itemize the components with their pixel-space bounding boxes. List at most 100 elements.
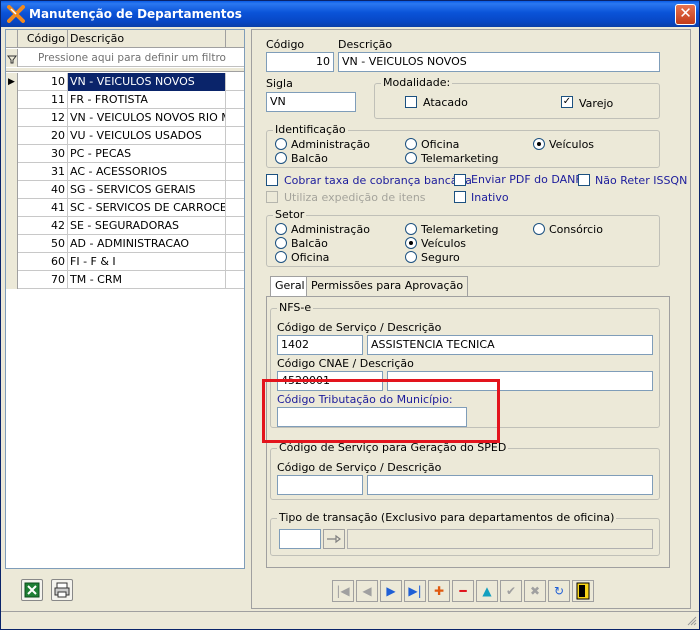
table-row[interactable]: 20 VU - VEICULOS USADOS [6, 127, 244, 145]
ident-telemarketing-radio[interactable] [405, 152, 417, 164]
column-header-description[interactable]: Descrição [68, 30, 226, 48]
ident-administracao-radio[interactable] [275, 138, 287, 150]
minus-icon: ━ [459, 584, 467, 598]
tab-geral[interactable]: Geral [270, 276, 310, 296]
row-description: SE - SEGURADORAS [68, 217, 226, 235]
setor-oficina-radio[interactable] [275, 251, 287, 263]
identificacao-title: Identificação [273, 123, 348, 136]
transacao-desc-display [347, 529, 653, 549]
ident-veiculos-radio[interactable] [533, 138, 545, 150]
table-row[interactable]: 41SC - SERVICOS DE CARROCERIA [6, 199, 244, 217]
row-code: 20 [18, 127, 68, 145]
setor-administracao-radio[interactable] [275, 223, 287, 235]
descricao-input[interactable]: VN - VEICULOS NOVOS [338, 52, 660, 72]
nao-reter-checkbox[interactable] [578, 174, 590, 186]
first-record-button[interactable]: |◀ [332, 580, 354, 602]
ident-balcao-radio[interactable] [275, 152, 287, 164]
table-row[interactable]: ▶ 10 VN - VEICULOS NOVOS [6, 73, 244, 91]
column-header-code[interactable]: Código [18, 30, 68, 48]
setor-telemarketing-radio[interactable] [405, 223, 417, 235]
sped-code-input[interactable] [277, 475, 363, 495]
setor-consorcio-label: Consórcio [549, 223, 603, 236]
table-row[interactable]: 70 TM - CRM [6, 271, 244, 289]
table-row[interactable]: 40 SG - SERVICOS GERAIS [6, 181, 244, 199]
row-description: SC - SERVICOS DE CARROCERIA [68, 199, 226, 217]
insert-record-button[interactable]: ✚ [428, 580, 450, 602]
highlight-box [262, 379, 500, 443]
table-row[interactable]: 12VN - VEICULOS NOVOS RIO MAR [6, 109, 244, 127]
sigla-label: Sigla [266, 77, 293, 90]
table-row[interactable]: 31 AC - ACESSORIOS [6, 163, 244, 181]
setor-consorcio-radio[interactable] [533, 223, 545, 235]
table-row[interactable]: 11 FR - FROTISTA [6, 91, 244, 109]
row-description: VN - VEICULOS NOVOS RIO MAR [68, 109, 226, 127]
row-code: 12 [18, 109, 68, 127]
prior-record-icon: ◀ [362, 584, 372, 598]
setor-seguro-radio[interactable] [405, 251, 417, 263]
table-row[interactable]: 42 SE - SEGURADORAS [6, 217, 244, 235]
status-bar [1, 611, 699, 629]
tab-permissoes[interactable]: Permissões para Aprovação [306, 276, 469, 296]
setor-telemarketing-label: Telemarketing [421, 223, 499, 236]
nfse-title: NFS-e [277, 301, 314, 314]
row-indicator [6, 163, 18, 181]
row-code: 11 [18, 91, 68, 109]
refresh-button[interactable]: ↻ [548, 580, 570, 602]
setor-balcao-label: Balcão [291, 237, 328, 250]
exit-button[interactable] [572, 580, 594, 602]
transacao-lookup-button[interactable] [323, 529, 345, 549]
varejo-checkbox[interactable]: ✓ [561, 96, 573, 108]
row-indicator [6, 145, 18, 163]
row-code: 10 [18, 73, 68, 91]
prior-record-button[interactable]: ◀ [356, 580, 378, 602]
filter-placeholder[interactable]: Pressione aqui para definir um filtro [20, 52, 244, 64]
first-record-icon: |◀ [336, 584, 350, 598]
resize-grip-icon[interactable] [687, 616, 697, 626]
filter-icon [6, 49, 18, 67]
table-row[interactable]: 30 PC - PECAS [6, 145, 244, 163]
close-button[interactable]: ✕ [675, 4, 696, 25]
inativo-checkbox[interactable] [454, 191, 466, 203]
table-row[interactable]: 60 FI - F & I [6, 253, 244, 271]
row-description: TM - CRM [68, 271, 226, 289]
transacao-group: Tipo de transação (Exclusivo para depart… [270, 511, 660, 556]
left-toolbar [5, 569, 245, 609]
nfse-servico-desc-input[interactable]: ASSISTENCIA TECNICA [367, 335, 653, 355]
excel-icon [24, 582, 40, 598]
transacao-code-input[interactable] [279, 529, 321, 549]
descricao-label: Descrição [338, 38, 393, 51]
next-record-button[interactable]: ▶ [380, 580, 402, 602]
setor-balcao-radio[interactable] [275, 237, 287, 249]
modalidade-group: Modalidade: Atacado ✓ Varejo [374, 76, 660, 119]
up-triangle-icon: ▲ [482, 584, 492, 598]
codigo-input[interactable]: 10 [266, 52, 334, 72]
setor-veiculos-radio[interactable] [405, 237, 417, 249]
row-description: FR - FROTISTA [68, 91, 226, 109]
ident-telemarketing-label: Telemarketing [421, 152, 499, 165]
sped-desc-input[interactable] [367, 475, 653, 495]
sigla-input[interactable]: VN [266, 92, 356, 112]
nfse-servico-code-input[interactable]: 1402 [277, 335, 363, 355]
export-excel-button[interactable] [21, 579, 43, 601]
row-code: 31 [18, 163, 68, 181]
ident-veiculos-label: Veículos [549, 138, 595, 151]
cancel-record-button[interactable]: ✖ [524, 580, 546, 602]
enviar-pdf-checkbox[interactable] [454, 174, 466, 186]
utiliza-expedicao-checkbox [266, 191, 278, 203]
edit-record-button[interactable]: ▲ [476, 580, 498, 602]
table-row[interactable]: 50 AD - ADMINISTRACAO [6, 235, 244, 253]
row-indicator [6, 199, 18, 217]
row-description: VU - VEICULOS USADOS [68, 127, 226, 145]
delete-record-button[interactable]: ━ [452, 580, 474, 602]
cobrar-taxa-checkbox[interactable] [266, 174, 278, 186]
last-record-button[interactable]: ▶| [404, 580, 426, 602]
print-button[interactable] [51, 579, 73, 601]
ident-oficina-radio[interactable] [405, 138, 417, 150]
title-bar[interactable]: Manutenção de Departamentos ✕ [1, 1, 699, 27]
post-record-button[interactable]: ✔ [500, 580, 522, 602]
atacado-checkbox[interactable] [405, 96, 417, 108]
filter-row[interactable]: Pressione aqui para definir um filtro [6, 49, 244, 67]
departments-grid[interactable]: Código Descrição Pressione aqui para def… [5, 29, 245, 569]
row-code: 40 [18, 181, 68, 199]
setor-oficina-label: Oficina [291, 251, 330, 264]
